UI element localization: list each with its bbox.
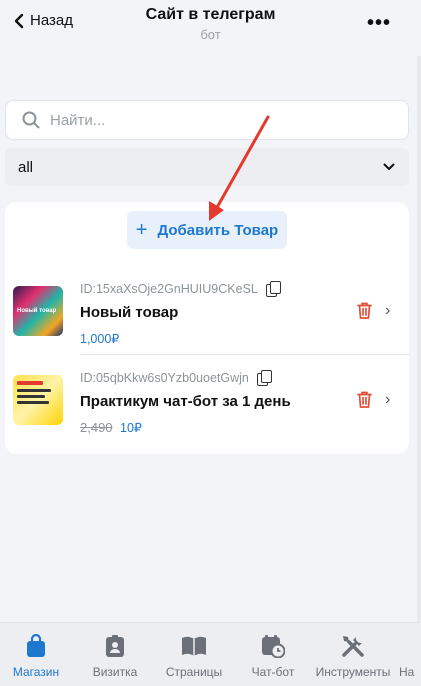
- product-row[interactable]: Новый товар ID:15xaXsOje2GnHUIU9CKeSL Но…: [5, 266, 409, 356]
- more-menu-button[interactable]: •••: [367, 12, 391, 35]
- nav-tab-label: Инструменты: [315, 665, 391, 679]
- add-product-label: Добавить Товар: [157, 221, 279, 239]
- thumbnail-line: [17, 395, 45, 398]
- nav-tab-label: Страницы: [165, 665, 223, 679]
- plus-icon: +: [135, 218, 148, 241]
- product-old-price: 2,490: [80, 420, 113, 435]
- search-input[interactable]: [50, 111, 370, 129]
- nav-tab-label: Магазин: [12, 665, 60, 679]
- product-id-text: ID:15xaXsOje2GnHUIU9CKeSL: [80, 281, 258, 296]
- page-subtitle: бот: [200, 27, 221, 42]
- nav-tab-label: На: [399, 665, 415, 679]
- product-name: Практикум чат-бот за 1 день: [80, 393, 291, 410]
- chevron-right-icon[interactable]: ›: [385, 302, 390, 320]
- trash-icon[interactable]: [357, 302, 372, 319]
- thumbnail-line: [17, 401, 49, 404]
- nav-tab-label: Визитка: [92, 665, 138, 679]
- nav-tab-chatbot[interactable]: Чат-бот: [244, 623, 302, 686]
- filter-select[interactable]: all: [5, 148, 409, 186]
- product-thumbnail: Новый товар: [13, 286, 63, 336]
- product-id: ID:15xaXsOje2GnHUIU9CKeSL: [80, 281, 281, 297]
- add-product-button[interactable]: + Добавить Товар: [127, 211, 287, 249]
- calendar-clock-icon: [262, 635, 285, 658]
- copy-icon[interactable]: [265, 281, 281, 297]
- product-name: Новый товар: [80, 304, 179, 321]
- nav-tab-pages[interactable]: Страницы: [160, 623, 228, 686]
- chevron-right-icon[interactable]: ›: [385, 391, 390, 409]
- thumbnail-badge: [17, 381, 43, 385]
- tools-icon: [342, 636, 364, 657]
- product-row[interactable]: ID:05qbKkw6s0Yzb0uoetGwjn Практикум чат-…: [5, 355, 409, 445]
- search-icon: [22, 111, 40, 129]
- top-bar: Назад Сайт в телеграм бот •••: [0, 0, 421, 56]
- product-price: 2,490 10₽: [80, 420, 142, 435]
- chevron-down-icon: [383, 163, 395, 170]
- product-id: ID:05qbKkw6s0Yzb0uoetGwjn: [80, 370, 272, 386]
- shopping-bag-icon: [27, 634, 45, 657]
- scrollbar-track[interactable]: [417, 56, 421, 622]
- bottom-navigation: Магазин Визитка Страницы Чат-бот Инструм…: [0, 622, 421, 686]
- product-id-text: ID:05qbKkw6s0Yzb0uoetGwjn: [80, 370, 249, 385]
- trash-icon[interactable]: [357, 391, 372, 408]
- nav-tab-tools[interactable]: Инструменты: [312, 623, 394, 686]
- page-title: Сайт в телеграм: [145, 6, 276, 23]
- thumbnail-line: [17, 389, 51, 392]
- nav-tab-label: Чат-бот: [251, 665, 295, 679]
- nav-tab-more[interactable]: На: [399, 623, 421, 686]
- id-badge-icon: [106, 635, 124, 657]
- filter-selected-value: all: [18, 158, 34, 176]
- product-thumbnail: [13, 375, 63, 425]
- thumbnail-caption: Новый товар: [17, 308, 57, 314]
- nav-tab-card[interactable]: Визитка: [84, 623, 146, 686]
- nav-tab-shop[interactable]: Магазин: [6, 623, 66, 686]
- copy-icon[interactable]: [256, 370, 272, 386]
- more-icon: •••: [366, 12, 391, 34]
- products-card: + Добавить Товар Новый товар ID:15xaXsOj…: [5, 202, 409, 454]
- product-price-value: 10₽: [120, 421, 142, 435]
- product-price-value: 1,000₽: [80, 332, 120, 346]
- book-icon: [182, 636, 206, 656]
- search-box: [5, 100, 409, 140]
- product-price: 1,000₽: [80, 331, 119, 346]
